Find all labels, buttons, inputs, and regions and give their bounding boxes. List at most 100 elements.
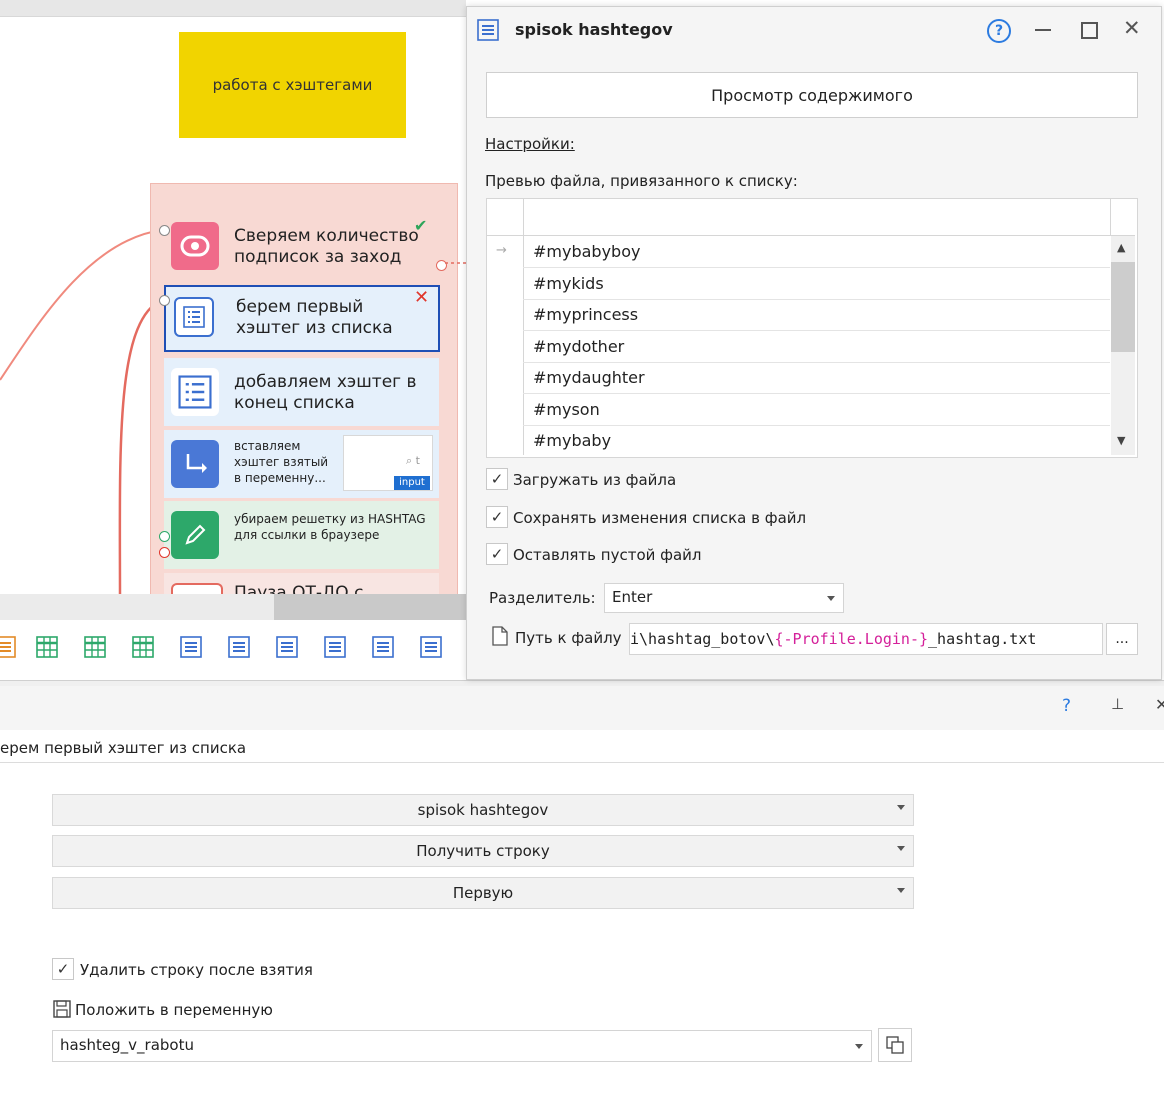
properties-header <box>0 686 1164 730</box>
variable-value: hashteg_v_rabotu <box>60 1036 194 1054</box>
list-icon[interactable] <box>372 636 398 662</box>
minimize-icon[interactable] <box>1035 29 1051 31</box>
chevron-down-icon <box>897 846 905 851</box>
variable-select[interactable]: hashteg_v_rabotu <box>52 1030 872 1062</box>
action-select[interactable]: Получить строку <box>52 835 914 867</box>
input-port[interactable] <box>159 531 170 542</box>
block-label: вставляем хэштег взятый в переменну... <box>234 439 329 485</box>
table-icon[interactable] <box>132 636 158 662</box>
delete-after-take-label: Удалить строку после взятия <box>80 961 313 979</box>
load-from-file-checkbox[interactable]: ✓ <box>486 468 508 490</box>
toggle-icon <box>171 222 219 270</box>
path-label: Путь к файлу <box>515 629 622 647</box>
delete-after-take-checkbox[interactable]: ✓ <box>52 958 74 980</box>
block-remove-hash[interactable]: убираем решетку из HASHTAG для ссылки в … <box>164 501 439 569</box>
grid-header <box>487 199 1135 236</box>
list-icon[interactable] <box>276 636 302 662</box>
separator-value: Enter <box>612 588 653 606</box>
list-item[interactable]: #mybaby <box>523 425 1110 456</box>
list-item[interactable]: #myson <box>523 394 1110 426</box>
block-add-hashtag-end[interactable]: добавляем хэштег в конец списка <box>164 358 439 426</box>
block-pause[interactable]: Пауза ОТ-ДО с <box>164 573 439 594</box>
separator-select[interactable]: Enter <box>604 583 844 613</box>
save-changes-checkbox[interactable]: ✓ <box>486 506 508 528</box>
connection-arrows <box>0 224 163 600</box>
list-select-value: spisok hashtegov <box>417 801 549 819</box>
file-icon <box>492 626 508 646</box>
close-icon[interactable]: ✕ <box>1123 16 1141 40</box>
copy-button[interactable] <box>878 1028 912 1062</box>
input-port[interactable] <box>159 547 170 558</box>
chevron-down-icon <box>827 596 835 601</box>
chevron-down-icon <box>855 1044 863 1049</box>
action-select-value: Получить строку <box>416 842 550 860</box>
list-icon[interactable] <box>420 636 446 662</box>
list-icon[interactable] <box>228 636 254 662</box>
keep-empty-checkbox[interactable]: ✓ <box>486 543 508 565</box>
scroll-up-icon[interactable]: ▲ <box>1117 241 1125 254</box>
path-variable: {-Profile.Login-} <box>774 630 929 648</box>
sticky-note[interactable]: работа с хэштегами <box>179 32 406 138</box>
list-icon <box>171 368 219 416</box>
list-item[interactable]: #myprincess <box>523 299 1110 331</box>
path-prefix: i\hashtag_botov\ <box>630 630 775 648</box>
view-contents-button[interactable]: Просмотр содержимого <box>486 72 1138 118</box>
save-to-variable-label: Положить в переменную <box>75 1001 273 1019</box>
copy-icon <box>886 1036 904 1054</box>
current-row-arrow-icon: → <box>496 243 507 258</box>
help-icon[interactable]: ? <box>1062 696 1071 716</box>
input-badge: input <box>394 476 430 490</box>
list-item[interactable]: #mykids <box>523 268 1110 300</box>
block-label: убираем решетку из HASHTAG для ссылки в … <box>234 512 426 542</box>
input-preview: ⌕ t input <box>343 435 433 491</box>
save-changes-label: Сохранять изменения списка в файл <box>513 509 807 527</box>
input-port[interactable] <box>159 225 170 236</box>
dialog-title: spisok hashtegov <box>515 20 673 39</box>
load-from-file-label: Загружать из файла <box>513 471 677 489</box>
position-select[interactable]: Первую <box>52 877 914 909</box>
block-check-subscriptions[interactable]: Сверяем количество подписок за заход <box>164 212 439 280</box>
list-item[interactable]: #mydother <box>523 331 1110 363</box>
block-label: Пауза ОТ-ДО с <box>234 583 364 594</box>
scroll-down-icon[interactable]: ▼ <box>1117 434 1125 447</box>
close-icon[interactable]: ✕ <box>1155 695 1164 714</box>
scrollbar-thumb[interactable] <box>1111 262 1135 352</box>
input-port[interactable] <box>159 295 170 306</box>
table-icon[interactable] <box>36 636 62 662</box>
list-item[interactable]: #mybabyboy <box>523 236 1110 268</box>
block-insert-hashtag[interactable]: вставляем хэштег взятый в переменну... ⌕… <box>164 430 439 498</box>
chevron-down-icon <box>897 888 905 893</box>
block-label: берем первый хэштег из списка <box>236 297 393 338</box>
help-icon[interactable]: ? <box>987 19 1011 43</box>
table-icon[interactable] <box>84 636 110 662</box>
keep-empty-label: Оставлять пустой файл <box>513 546 702 564</box>
list-icon <box>477 19 499 41</box>
list-icon <box>174 297 214 337</box>
success-check-icon: ✔ <box>414 216 428 235</box>
block-name-value: ерем первый хэштег из списка <box>0 739 247 757</box>
grid-column-divider <box>1110 199 1111 235</box>
position-select-value: Первую <box>452 884 514 902</box>
canvas-top-strip <box>0 0 466 17</box>
list-select[interactable]: spisok hashtegov <box>52 794 914 826</box>
preview-label: Превью файла, привязанного к списку: <box>485 172 798 190</box>
search-icon: ⌕ t <box>406 454 420 467</box>
maximize-icon[interactable] <box>1081 22 1098 39</box>
block-label: Сверяем количество подписок за заход <box>234 226 419 267</box>
list-icon[interactable] <box>180 636 206 662</box>
path-suffix: _hashtag.txt <box>928 630 1037 648</box>
block-name-field[interactable]: ерем первый хэштег из списка <box>0 734 1164 763</box>
separator-label: Разделитель: <box>489 589 596 607</box>
browse-button[interactable]: ... <box>1106 623 1138 655</box>
list-icon-orange[interactable] <box>0 636 20 662</box>
file-path-input[interactable]: i\hashtag_botov\{-Profile.Login-}_hashta… <box>629 623 1103 655</box>
list-icon[interactable] <box>324 636 350 662</box>
block-take-first-hashtag[interactable]: берем первый хэштег из списка <box>164 285 440 352</box>
pin-icon[interactable]: ⊥ <box>1111 695 1124 713</box>
list-item[interactable]: #mydaughter <box>523 362 1110 394</box>
scrollbar-thumb[interactable] <box>274 594 466 620</box>
pause-icon <box>171 583 223 594</box>
settings-link[interactable]: Настройки: <box>485 135 575 153</box>
save-icon <box>53 1000 71 1018</box>
pencil-icon <box>171 511 219 559</box>
